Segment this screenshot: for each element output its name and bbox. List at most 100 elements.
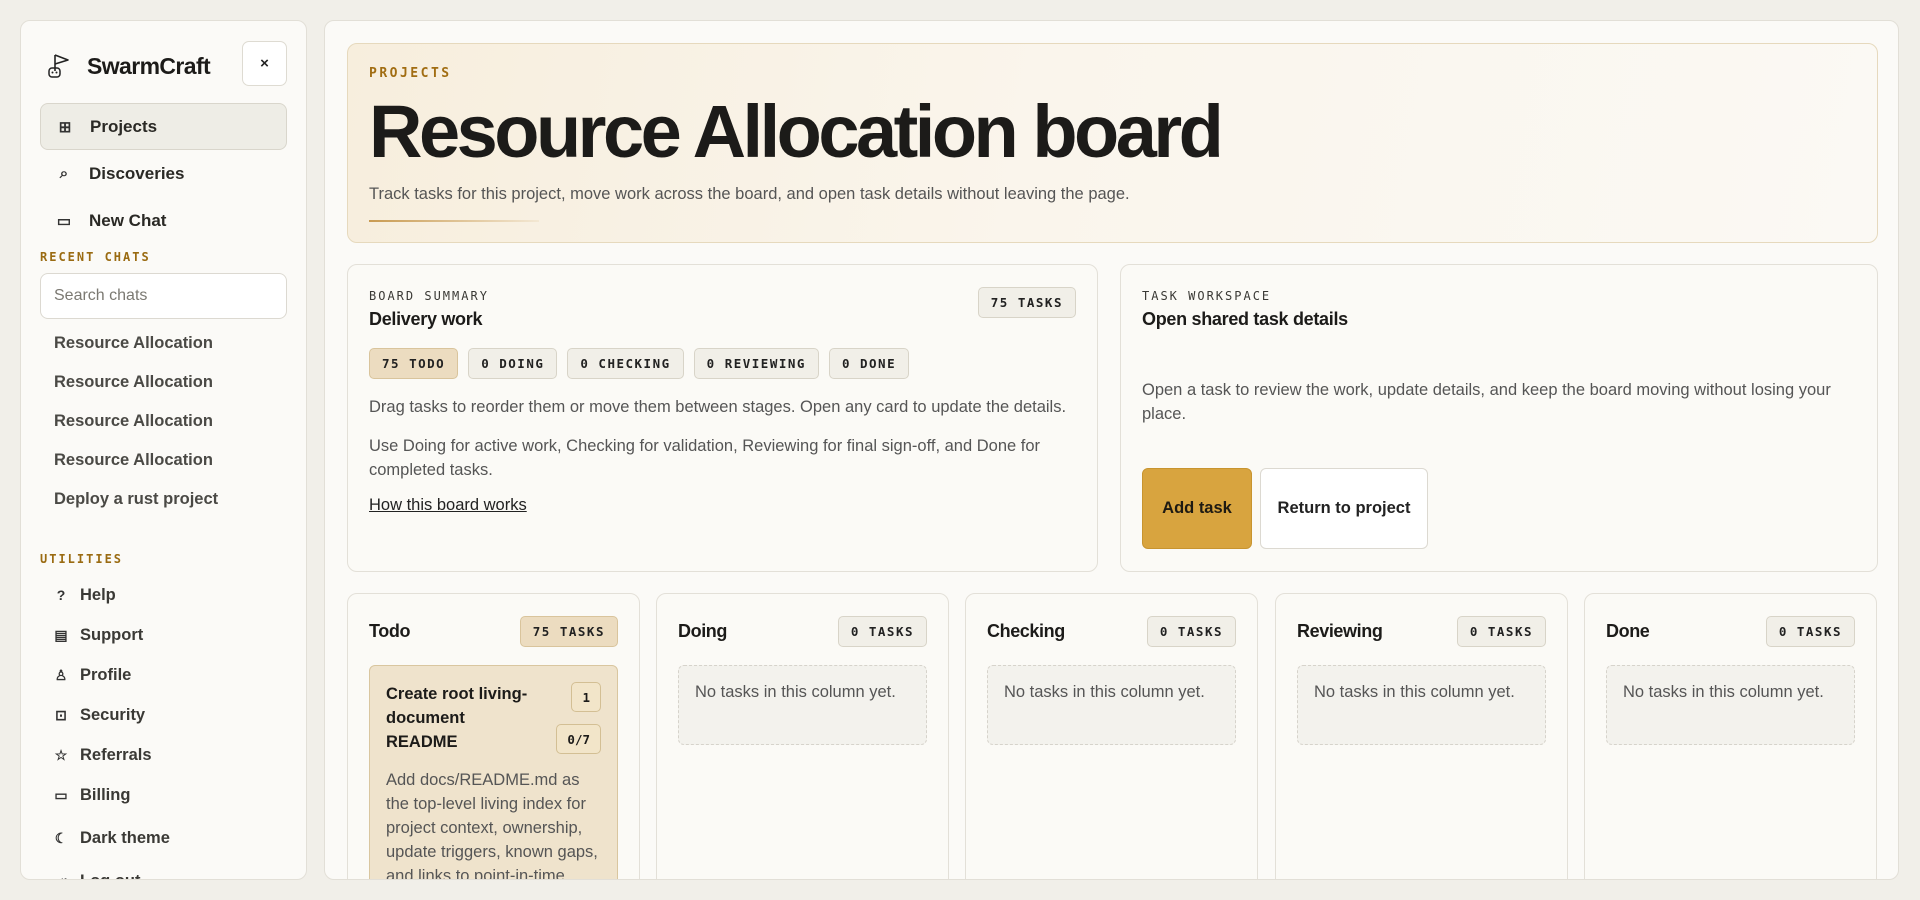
task-workspace-card: TASK WORKSPACE Open shared task details … bbox=[1120, 264, 1878, 572]
nav-item-discoveries[interactable]: ⌕ Discoveries bbox=[40, 150, 287, 197]
task-card-header: Create root living-document README 1 0/7 bbox=[386, 682, 601, 754]
column-title: Checking bbox=[987, 620, 1065, 641]
page-eyebrow: PROJECTS bbox=[369, 66, 452, 81]
stage-count-checking: 0 CHECKING bbox=[567, 348, 684, 379]
column-title: Doing bbox=[678, 620, 727, 641]
chat-icon: ▭ bbox=[56, 212, 72, 230]
column-header: Todo 75 TASKS bbox=[369, 615, 618, 647]
utilities-label: UTILITIES bbox=[40, 552, 124, 566]
column-checking: Checking 0 TASKS No tasks in this column… bbox=[965, 593, 1258, 879]
board-icon: ⊞ bbox=[58, 118, 72, 136]
recent-chat-item[interactable]: Resource Allocation bbox=[40, 324, 287, 363]
column-header: Checking 0 TASKS bbox=[987, 615, 1236, 647]
brand-name: SwarmCraft bbox=[87, 52, 211, 79]
column-count-badge: 0 TASKS bbox=[1765, 615, 1855, 647]
task-workspace-title: Open shared task details bbox=[1142, 309, 1348, 329]
column-count-badge: 0 TASKS bbox=[837, 615, 927, 647]
stage-count-reviewing: 0 REVIEWING bbox=[693, 348, 819, 379]
workspace-actions: Add task Return to project bbox=[1142, 468, 1856, 549]
column-header: Done 0 TASKS bbox=[1606, 615, 1855, 647]
column-count-badge: 0 TASKS bbox=[1456, 615, 1546, 647]
column-header: Reviewing 0 TASKS bbox=[1297, 615, 1546, 647]
empty-column-placeholder: No tasks in this column yet. bbox=[678, 665, 927, 745]
recent-chat-list[interactable]: Resource Allocation Resource Allocation … bbox=[40, 324, 287, 542]
board-summary-title: Delivery work bbox=[369, 309, 483, 329]
utility-label: Billing bbox=[80, 785, 131, 804]
moon-icon: ☾ bbox=[54, 829, 68, 846]
utility-profile[interactable]: ♙ Profile bbox=[40, 655, 287, 695]
stage-count-done: 0 DONE bbox=[828, 348, 910, 379]
empty-column-placeholder: No tasks in this column yet. bbox=[1606, 665, 1855, 745]
logout-icon: ⇥ bbox=[52, 873, 70, 880]
utility-referrals[interactable]: ☆ Referrals bbox=[40, 735, 287, 775]
column-done: Done 0 TASKS No tasks in this column yet… bbox=[1584, 593, 1877, 879]
stage-explanation: Use Doing for active work, Checking for … bbox=[369, 437, 1041, 479]
return-to-project-button[interactable]: Return to project bbox=[1260, 468, 1428, 549]
page-header: PROJECTS Resource Allocation board Track… bbox=[347, 43, 1878, 243]
utility-log-out[interactable]: ⇥ Log out bbox=[40, 861, 287, 880]
search-chats-field[interactable] bbox=[40, 273, 287, 319]
close-sidebar-button[interactable]: × bbox=[242, 41, 287, 86]
star-icon: ☆ bbox=[54, 746, 68, 763]
stage-count-doing: 0 DOING bbox=[468, 348, 558, 379]
utility-label: Referrals bbox=[80, 745, 152, 764]
search-chats-input[interactable] bbox=[54, 287, 273, 305]
recent-chat-item[interactable]: Resource Allocation bbox=[40, 402, 287, 441]
column-title: Done bbox=[1606, 620, 1650, 641]
task-title: Create root living-document README bbox=[386, 685, 528, 751]
nav-item-projects[interactable]: ⊞ Projects bbox=[40, 103, 287, 150]
nav-item-new-chat[interactable]: ▭ New Chat bbox=[40, 197, 287, 244]
how-board-works-link[interactable]: How this board works bbox=[369, 496, 527, 515]
close-icon: × bbox=[260, 55, 269, 72]
utility-label: Support bbox=[80, 625, 144, 644]
search-zoom-icon: ⌕ bbox=[59, 165, 69, 182]
recent-chat-item[interactable]: Deploy a rust project bbox=[40, 480, 287, 519]
utility-label: Log out bbox=[80, 872, 140, 880]
utility-label: Dark theme bbox=[80, 828, 170, 847]
empty-column-placeholder: No tasks in this column yet. bbox=[987, 665, 1236, 745]
utility-billing[interactable]: ▭ Billing bbox=[40, 775, 287, 815]
column-title: Todo bbox=[369, 620, 411, 641]
column-todo: Todo 75 TASKS Create root living-documen… bbox=[347, 593, 640, 880]
column-count-badge: 75 TASKS bbox=[519, 615, 618, 647]
task-number-badge: 1 bbox=[571, 682, 601, 712]
utility-label: Security bbox=[80, 705, 146, 724]
header-accent-line bbox=[369, 220, 539, 222]
utility-support[interactable]: ▤ Support bbox=[40, 615, 287, 655]
recent-chat-item[interactable]: Resource Allocation bbox=[40, 441, 287, 480]
task-progress-badge: 0/7 bbox=[556, 724, 601, 754]
add-task-button[interactable]: Add task bbox=[1142, 468, 1252, 549]
robot-flag-logo-icon bbox=[48, 54, 69, 78]
utility-dark-theme[interactable]: ☾ Dark theme bbox=[40, 818, 287, 858]
column-header: Doing 0 TASKS bbox=[678, 615, 927, 647]
nav-item-label: Projects bbox=[90, 116, 158, 136]
support-icon: ▤ bbox=[54, 626, 68, 643]
sidebar: SwarmCraft × ⊞ Projects ⌕ Discoveries ▭ … bbox=[20, 20, 307, 880]
column-doing: Doing 0 TASKS No tasks in this column ye… bbox=[656, 593, 949, 879]
board-summary-eyebrow: BOARD SUMMARY bbox=[369, 289, 489, 303]
board-instructions: Drag tasks to reorder them or move them … bbox=[369, 398, 1067, 416]
utility-security[interactable]: ⊡ Security bbox=[40, 695, 287, 735]
utility-label: Profile bbox=[80, 665, 132, 684]
stage-count-todo: 75 TODO bbox=[369, 348, 459, 379]
page-title: Resource Allocation board bbox=[369, 90, 1224, 173]
task-workspace-eyebrow: TASK WORKSPACE bbox=[1142, 289, 1272, 303]
task-badges: 1 0/7 bbox=[556, 682, 601, 754]
stage-counts: 75 TODO 0 DOING 0 CHECKING 0 REVIEWING 0… bbox=[369, 348, 1076, 379]
utility-help[interactable]: ? Help bbox=[40, 575, 287, 615]
column-title: Reviewing bbox=[1297, 620, 1383, 641]
nav-item-label: Discoveries bbox=[89, 163, 185, 183]
main-content: PROJECTS Resource Allocation board Track… bbox=[324, 20, 1899, 880]
page-description: Track tasks for this project, move work … bbox=[369, 184, 1130, 203]
card-icon: ▭ bbox=[54, 786, 68, 803]
empty-column-placeholder: No tasks in this column yet. bbox=[1297, 665, 1546, 745]
task-description: Add docs/README.md as the top-level livi… bbox=[386, 771, 598, 880]
main-nav: ⊞ Projects ⌕ Discoveries ▭ New Chat bbox=[40, 103, 287, 244]
board-summary-card: BOARD SUMMARY Delivery work 75 TASKS 75 … bbox=[347, 264, 1098, 572]
recent-chat-item[interactable]: Resource Allocation bbox=[40, 363, 287, 402]
column-count-badge: 0 TASKS bbox=[1146, 615, 1236, 647]
recent-chats-label: RECENT CHATS bbox=[40, 250, 151, 264]
task-card[interactable]: Create root living-document README 1 0/7… bbox=[369, 665, 618, 880]
column-reviewing: Reviewing 0 TASKS No tasks in this colum… bbox=[1275, 593, 1568, 879]
user-icon: ♙ bbox=[54, 666, 68, 683]
